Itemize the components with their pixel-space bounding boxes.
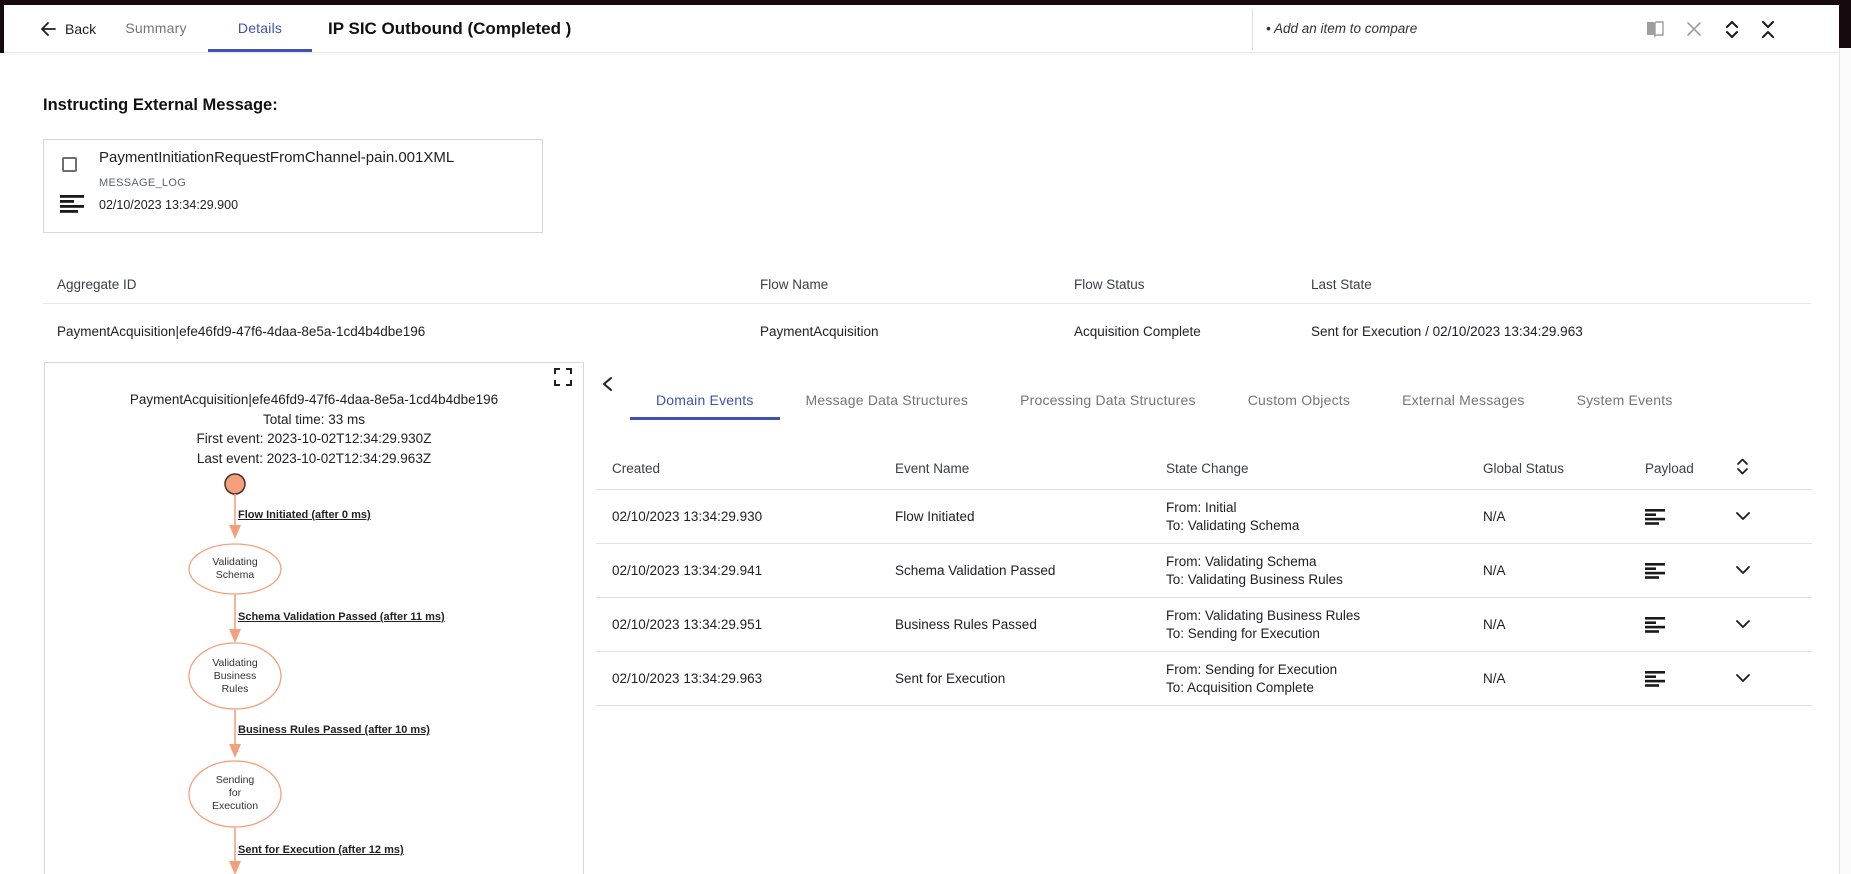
summary-table-header: Aggregate ID Flow Name Flow Status Last … [43, 266, 1811, 304]
compare-divider [1252, 9, 1253, 50]
message-checkbox[interactable] [62, 157, 77, 172]
window-frame-top [0, 0, 1851, 5]
detail-tabs: Domain Events Message Data Structures Pr… [630, 383, 1699, 420]
payload-log-icon[interactable] [60, 195, 84, 213]
sort-icon[interactable] [1736, 457, 1750, 476]
flow-diagram-header: PaymentAcquisition|efe46fd9-47f6-4daa-8e… [45, 390, 583, 468]
edge-label-business-rules-passed: Business Rules Passed (after 10 ms) [238, 724, 430, 736]
node-label-validating-business-rules: Validating Business Rules [212, 657, 258, 695]
event-created: 02/10/2023 13:34:29.930 [612, 509, 763, 524]
expand-row-icon[interactable] [1736, 566, 1750, 575]
message-timestamp: 02/10/2023 13:34:29.900 [99, 198, 239, 212]
flow-status-value: Acquisition Complete [1074, 324, 1201, 339]
tab-domain-events[interactable]: Domain Events [630, 383, 780, 420]
flow-diagram-panel: PaymentAcquisition|efe46fd9-47f6-4daa-8e… [44, 362, 584, 874]
back-arrow-icon [40, 21, 56, 36]
events-table-header: Created Event Name State Change Global S… [596, 420, 1812, 490]
event-name: Sent for Execution [895, 671, 1006, 686]
flow-diagram-graphic [188, 473, 282, 874]
col-aggregate-id: Aggregate ID [57, 277, 137, 292]
flow-name-value: PaymentAcquisition [760, 324, 879, 339]
summary-table-row: PaymentAcquisition|efe46fd9-47f6-4daa-8e… [43, 304, 1811, 359]
event-created: 02/10/2023 13:34:29.963 [612, 671, 763, 686]
window-frame-left [0, 0, 4, 53]
back-button[interactable]: Back [40, 5, 96, 52]
page-title: IP SIC Outbound (Completed ) [328, 19, 572, 38]
fullscreen-icon[interactable] [554, 368, 574, 388]
message-type-label: MESSAGE_LOG [99, 177, 187, 189]
tab-external-messages[interactable]: External Messages [1376, 383, 1550, 420]
col-flow-status: Flow Status [1074, 277, 1145, 292]
aggregate-id-value: PaymentAcquisition|efe46fd9-47f6-4daa-8e… [57, 324, 426, 339]
vertical-scrollbar[interactable] [1839, 0, 1851, 874]
tab-processing-data-structures[interactable]: Processing Data Structures [994, 383, 1222, 420]
event-state-change: From: Validating Business Rules To: Send… [1166, 608, 1361, 641]
edge-label-flow-initiated: Flow Initiated (after 0 ms) [238, 509, 371, 521]
col-flow-name: Flow Name [760, 277, 829, 292]
tab-custom-objects[interactable]: Custom Objects [1222, 383, 1376, 420]
expand-row-icon[interactable] [1736, 620, 1750, 629]
event-global-status: N/A [1483, 509, 1506, 524]
tab-details[interactable]: Details [208, 5, 312, 52]
col-payload: Payload [1645, 461, 1694, 476]
payload-icon[interactable] [1645, 670, 1665, 687]
payload-icon[interactable] [1645, 562, 1665, 579]
col-global-status: Global Status [1483, 461, 1565, 476]
node-label-sending-for-execution: Sending for Execution [211, 774, 259, 812]
event-row[interactable]: 02/10/2023 13:34:29.930 Flow Initiated F… [596, 490, 1812, 544]
event-row[interactable]: 02/10/2023 13:34:29.941 Schema Validatio… [596, 544, 1812, 598]
col-event-name: Event Name [895, 461, 970, 476]
unfold-more-icon[interactable] [1721, 18, 1743, 40]
message-title: PaymentInitiationRequestFromChannel-pain… [99, 149, 455, 166]
close-icon[interactable] [1683, 18, 1705, 40]
section-title: Instructing External Message: [43, 96, 278, 114]
app-root: Back Summary Details IP SIC Outbound (Co… [0, 0, 1851, 874]
event-row[interactable]: 02/10/2023 13:34:29.963 Sent for Executi… [596, 652, 1812, 706]
col-last-state: Last State [1311, 277, 1372, 292]
event-created: 02/10/2023 13:34:29.951 [612, 617, 763, 632]
event-row[interactable]: 02/10/2023 13:34:29.951 Business Rules P… [596, 598, 1812, 652]
event-global-status: N/A [1483, 671, 1506, 686]
edge-label-sent-for-execution: Sent for Execution (after 12 ms) [238, 844, 404, 856]
tab-summary[interactable]: Summary [110, 5, 202, 52]
event-state-change: From: Validating Schema To: Validating B… [1166, 554, 1343, 587]
scrollbar-thumb[interactable] [1839, 0, 1851, 48]
expand-row-icon[interactable] [1736, 512, 1750, 521]
event-created: 02/10/2023 13:34:29.941 [612, 563, 763, 578]
flow-summary-table: Aggregate ID Flow Name Flow Status Last … [43, 266, 1811, 359]
event-name: Flow Initiated [895, 509, 975, 524]
top-bar: Back Summary Details IP SIC Outbound (Co… [4, 5, 1839, 53]
flow-total-time: Total time: 33 ms [262, 411, 366, 427]
expand-row-icon[interactable] [1736, 674, 1750, 683]
compare-hint-text: • Add an item to compare [1266, 21, 1418, 36]
edge-label-schema-validation-passed: Schema Validation Passed (after 11 ms) [238, 611, 445, 623]
payload-icon[interactable] [1645, 508, 1665, 525]
col-state-change: State Change [1166, 461, 1249, 476]
event-global-status: N/A [1483, 617, 1506, 632]
tab-system-events[interactable]: System Events [1551, 383, 1699, 420]
domain-events-table: Created Event Name State Change Global S… [596, 420, 1812, 706]
event-global-status: N/A [1483, 563, 1506, 578]
event-name: Business Rules Passed [895, 617, 1037, 632]
unfold-less-icon[interactable] [1757, 18, 1779, 40]
back-label: Back [65, 20, 97, 37]
event-state-change: From: Sending for Execution To: Acquisit… [1166, 662, 1338, 695]
tab-message-data-structures[interactable]: Message Data Structures [780, 383, 995, 420]
compare-panel-icon[interactable] [1644, 18, 1666, 40]
last-state-value: Sent for Execution / 02/10/2023 13:34:29… [1311, 324, 1583, 339]
instructing-message-card: PaymentInitiationRequestFromChannel-pain… [43, 139, 543, 233]
collapse-panel-icon[interactable] [601, 376, 619, 394]
flow-first-event: First event: 2023-10-02T12:34:29.930Z [196, 431, 432, 446]
col-created: Created [612, 461, 661, 476]
payload-icon[interactable] [1645, 616, 1665, 633]
event-state-change: From: Initial To: Validating Schema [1166, 500, 1300, 533]
node-label-validating-schema: Validating Schema [212, 556, 258, 581]
flow-title: PaymentAcquisition|efe46fd9-47f6-4daa-8e… [129, 392, 499, 407]
event-name: Schema Validation Passed [895, 563, 1056, 578]
flow-start-node [224, 473, 246, 495]
